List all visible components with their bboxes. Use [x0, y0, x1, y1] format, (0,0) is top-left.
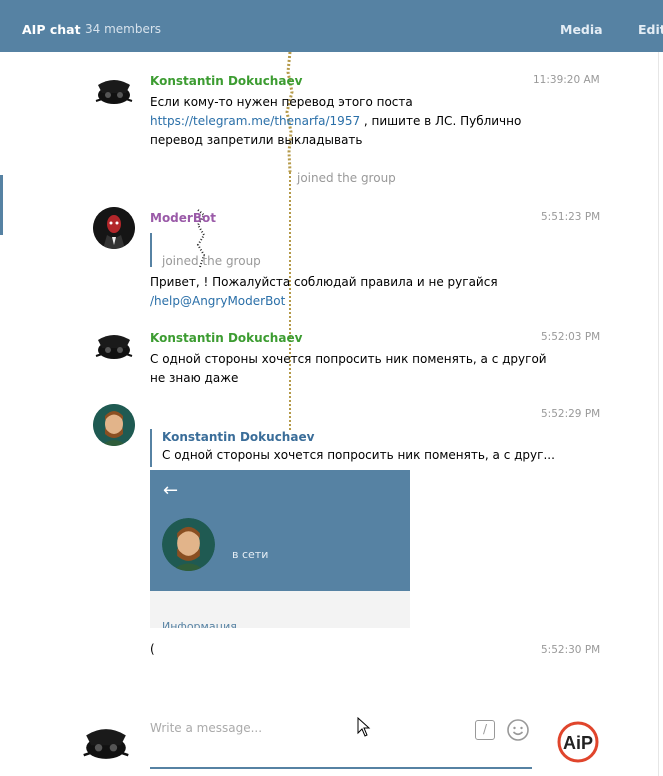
- message-time: 5:51:23 PM: [541, 211, 601, 223]
- message-text: Привет, ! Пожалуйста соблюдай правила и …: [150, 273, 550, 311]
- aip-logo: AiP: [556, 720, 600, 764]
- message-time: 5:52:03 PM: [541, 331, 601, 343]
- reply-quote[interactable]: joined the group: [150, 233, 261, 268]
- selection-accent: [0, 175, 3, 235]
- message-line: перевод запретили выкладывать: [150, 133, 363, 147]
- commands-icon[interactable]: /: [475, 720, 495, 740]
- screenshot-info-label: Информация: [162, 620, 237, 628]
- message-author[interactable]: Konstantin Dokuchaev: [150, 331, 302, 345]
- screenshot-image[interactable]: ← в сети Информация: [150, 470, 410, 628]
- back-arrow-icon: ←: [163, 480, 179, 501]
- message-text: (: [150, 642, 155, 656]
- my-avatar[interactable]: [80, 718, 132, 770]
- message-line: С одной стороны хочется попросить ник по…: [150, 352, 547, 366]
- message-line-rest: , пишите в ЛС. Публично: [360, 114, 522, 128]
- reply-quote[interactable]: Konstantin Dokuchaev С одной стороны хоч…: [150, 429, 555, 467]
- edit-button[interactable]: Edit: [638, 22, 663, 37]
- screenshot-status: в сети: [232, 548, 269, 561]
- message-time: 5:52:30 PM: [541, 644, 601, 656]
- avatar-konstantin[interactable]: [93, 71, 135, 113]
- message-line: Если кому-то нужен перевод этого поста: [150, 95, 413, 109]
- mouse-cursor-icon: [357, 717, 371, 737]
- message-time: 11:39:20 AM: [533, 74, 600, 86]
- message-author[interactable]: Konstantin Dokuchaev: [150, 74, 302, 88]
- message-input[interactable]: [150, 718, 450, 738]
- reply-author: Konstantin Dokuchaev: [162, 430, 315, 444]
- message-line: не знаю даже: [150, 371, 239, 385]
- reply-text: С одной стороны хочется попросить ник по…: [162, 448, 555, 462]
- screenshot-avatar: [162, 518, 215, 571]
- message-line: https://telegram.me/thenarfa/1957 , пиши…: [150, 112, 530, 131]
- reply-quote-text: joined the group: [162, 254, 261, 268]
- message-time: 5:52:29 PM: [541, 408, 601, 420]
- message-text: Если кому-то нужен перевод этого поста h…: [150, 93, 530, 150]
- avatar-konstantin[interactable]: [93, 326, 135, 368]
- scroll-track[interactable]: [658, 52, 659, 776]
- members-count[interactable]: 34 members: [85, 22, 161, 36]
- message-text: С одной стороны хочется попросить ник по…: [150, 350, 550, 388]
- command-link[interactable]: /help@AngryModerBot: [150, 292, 550, 311]
- chat-header: AIP chat 34 members Media Edit: [0, 0, 663, 52]
- avatar-moderbot[interactable]: [93, 207, 135, 249]
- message-author[interactable]: ModerBot: [150, 211, 216, 225]
- service-message: joined the group: [297, 171, 396, 185]
- message-line: Привет, ! Пожалуйста соблюдай правила и …: [150, 275, 498, 289]
- message-link[interactable]: https://telegram.me/thenarfa/1957: [150, 114, 360, 128]
- logo-text: AiP: [563, 733, 593, 753]
- avatar-user[interactable]: [93, 404, 135, 446]
- media-button[interactable]: Media: [560, 22, 603, 37]
- emoji-icon[interactable]: [506, 718, 530, 742]
- chat-title[interactable]: AIP chat: [22, 22, 81, 37]
- input-underline: [150, 767, 532, 769]
